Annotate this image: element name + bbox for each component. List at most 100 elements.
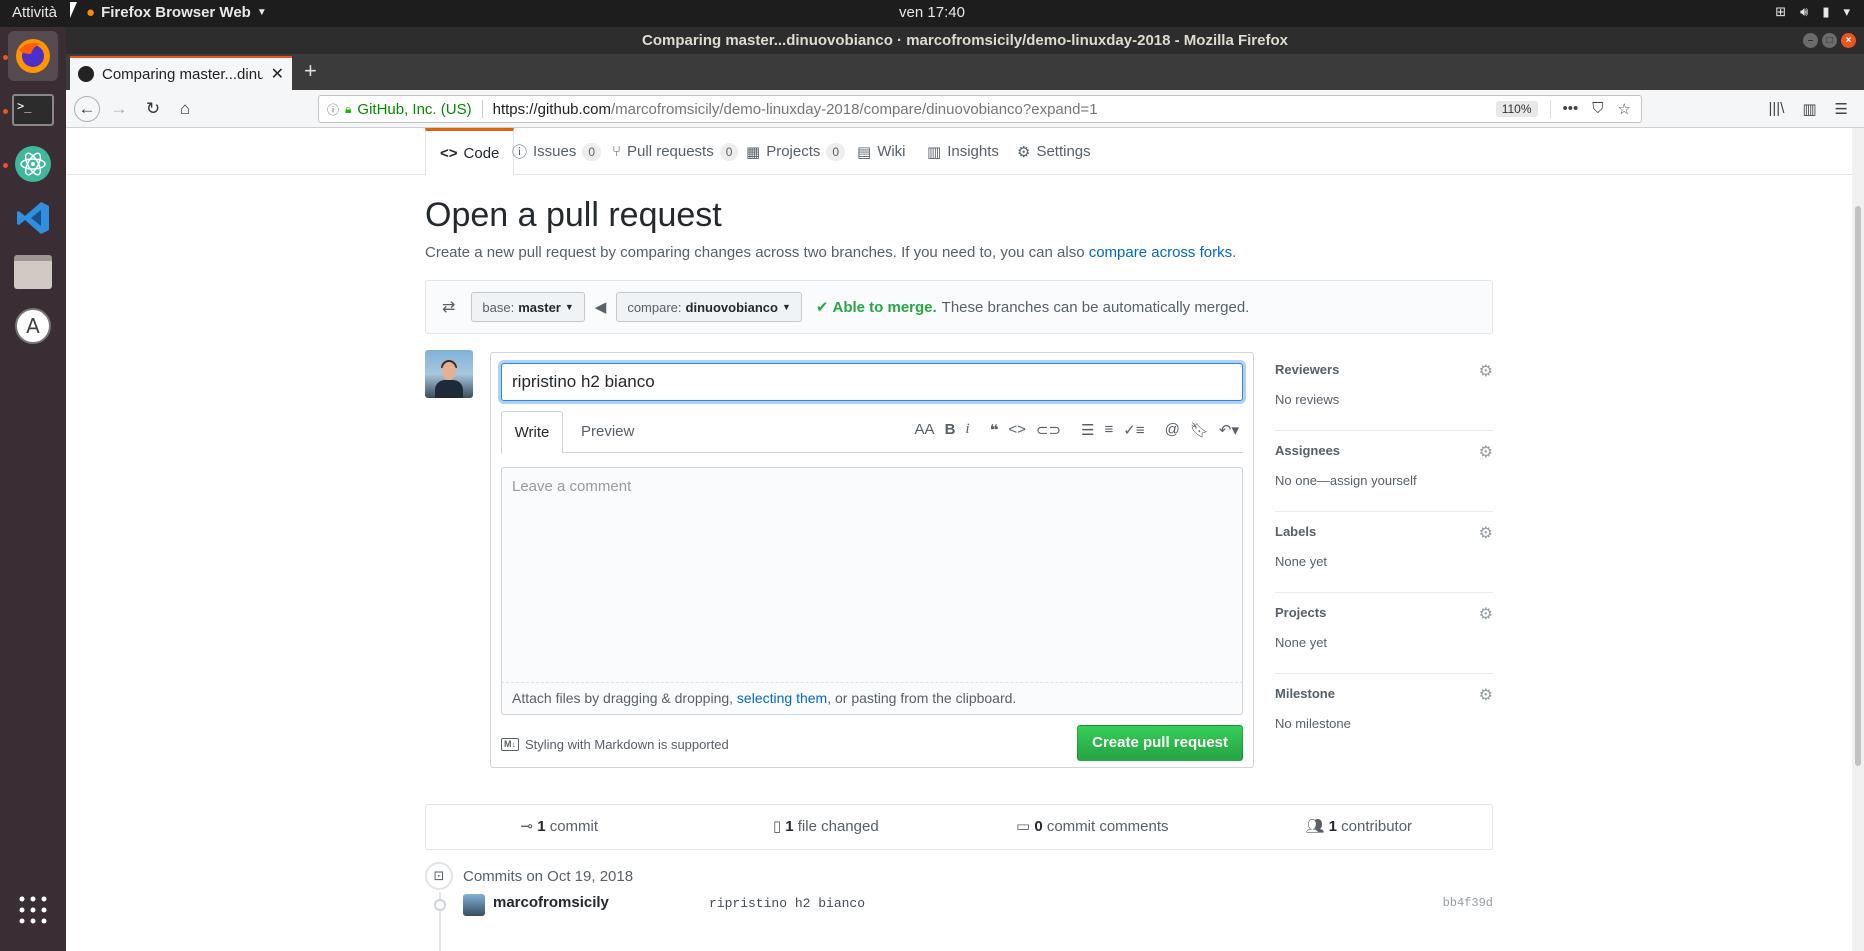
tab-pull-requests[interactable]: ⑂ Pull requests 0 bbox=[612, 128, 739, 175]
avatar[interactable] bbox=[425, 350, 473, 398]
create-pull-request-button[interactable]: Create pull request bbox=[1077, 725, 1243, 761]
hamburger-menu-icon[interactable]: ☰ bbox=[1835, 100, 1848, 118]
code-icon[interactable]: <> bbox=[1008, 421, 1026, 439]
tab-settings[interactable]: ⚙ Settings bbox=[1017, 128, 1091, 175]
power-menu-icon[interactable]: ▾ bbox=[1843, 4, 1850, 20]
bold-icon[interactable]: B bbox=[945, 421, 956, 439]
commit-author[interactable]: marcofromsicily bbox=[493, 894, 609, 911]
tab-issues[interactable]: ⓘ Issues 0 bbox=[512, 128, 602, 175]
url-text[interactable]: https://github.com/marcofromsicily/demo-… bbox=[493, 101, 1496, 118]
summary-files[interactable]: ▯ 1 file changed bbox=[693, 805, 960, 849]
zoom-indicator[interactable]: 110% bbox=[1495, 101, 1538, 117]
minimize-button[interactable]: – bbox=[1803, 33, 1818, 48]
pr-title-input[interactable]: ripristino h2 bianco bbox=[501, 363, 1243, 401]
app-menu[interactable]: ● Firefox Browser Web ▼ bbox=[86, 4, 267, 21]
page-scrollbar[interactable] bbox=[1852, 128, 1864, 951]
forward-button[interactable]: → bbox=[106, 96, 132, 122]
discussion-sidebar: Reviewers ⚙ No reviews Assignees ⚙ No on… bbox=[1275, 350, 1493, 755]
home-button[interactable]: ⌂ bbox=[172, 96, 198, 122]
bulleted-list-icon[interactable]: ☰ bbox=[1081, 421, 1094, 439]
tab-code[interactable]: <> Code bbox=[425, 128, 515, 176]
dock-firefox[interactable] bbox=[8, 31, 58, 81]
link-icon[interactable]: ⊂⊃ bbox=[1036, 421, 1061, 439]
window-controls: – □ × bbox=[1803, 33, 1856, 48]
url-bar[interactable]: ⓘ 🔒︎ GitHub, Inc. (US) https://github.co… bbox=[318, 95, 1642, 123]
summary-commits[interactable]: ⊸ 1 commit bbox=[426, 805, 693, 849]
close-tab-icon[interactable]: ✕ bbox=[271, 64, 284, 84]
dock-vscode[interactable] bbox=[8, 193, 58, 243]
site-identity[interactable]: GitHub, Inc. (US) bbox=[357, 101, 471, 118]
dock-atom[interactable] bbox=[8, 139, 58, 189]
gear-icon[interactable]: ⚙ bbox=[1479, 361, 1493, 381]
page-title: Open a pull request bbox=[425, 196, 722, 234]
tab-insights[interactable]: ▥ Insights bbox=[927, 128, 999, 175]
base-branch-select[interactable]: base: master ▼ bbox=[471, 292, 585, 322]
comment-icon: ▭ bbox=[1015, 818, 1035, 835]
pocket-icon[interactable]: ⛉ bbox=[1592, 100, 1603, 118]
tab-write[interactable]: Write bbox=[501, 411, 563, 454]
commit-sha[interactable]: bb4f39d bbox=[1443, 896, 1493, 910]
show-apps-button[interactable] bbox=[8, 885, 58, 935]
task-list-icon[interactable]: ✓≡ bbox=[1123, 421, 1144, 439]
assignees-value[interactable]: No one—assign yourself bbox=[1275, 473, 1417, 488]
compare-across-forks-link[interactable]: compare across forks bbox=[1089, 244, 1232, 261]
compare-branch-select[interactable]: compare: dinuovobianco ▼ bbox=[616, 292, 802, 322]
system-tray[interactable]: ⊞ 🔊︎ ▮ ▾ bbox=[1775, 4, 1850, 20]
maximize-button[interactable]: □ bbox=[1822, 33, 1837, 48]
gear-icon[interactable]: ⚙ bbox=[1479, 604, 1493, 624]
reload-button[interactable]: ↻ bbox=[140, 96, 166, 122]
new-tab-button[interactable]: + bbox=[304, 60, 317, 82]
reply-icon[interactable]: ↶▾ bbox=[1219, 421, 1239, 439]
battery-icon[interactable]: ▮ bbox=[1822, 4, 1829, 20]
scrollbar-thumb[interactable] bbox=[1855, 206, 1861, 766]
summary-comments[interactable]: ▭ 0 commit comments bbox=[959, 805, 1226, 849]
italic-icon[interactable]: i bbox=[965, 421, 969, 439]
markdown-note[interactable]: M↓ Styling with Markdown is supported bbox=[501, 737, 729, 752]
reference-icon[interactable]: 🔖︎ bbox=[1190, 421, 1209, 439]
gear-icon[interactable]: ⚙ bbox=[1479, 442, 1493, 462]
commit-author-avatar[interactable] bbox=[463, 894, 485, 916]
quote-icon[interactable]: ❝ bbox=[990, 421, 999, 439]
clock[interactable]: ven 17:40 bbox=[899, 4, 965, 21]
sidebar-icon[interactable]: ▥ bbox=[1802, 100, 1816, 118]
tab-projects[interactable]: ▦ Projects 0 bbox=[746, 128, 846, 175]
reviewers-heading[interactable]: Reviewers bbox=[1275, 362, 1339, 377]
dock-files[interactable] bbox=[8, 247, 58, 297]
select-files-link[interactable]: selecting them bbox=[737, 690, 827, 706]
tab-preview[interactable]: Preview bbox=[581, 411, 634, 453]
header-text-icon[interactable]: AA bbox=[915, 421, 935, 439]
dock-terminal[interactable]: >_ bbox=[8, 85, 58, 135]
assignees-heading[interactable]: Assignees bbox=[1275, 443, 1340, 458]
info-icon[interactable]: ⓘ bbox=[327, 101, 339, 118]
close-window-button[interactable]: × bbox=[1841, 33, 1856, 48]
gear-icon[interactable]: ⚙ bbox=[1479, 685, 1493, 705]
library-icon[interactable]: |||\ bbox=[1769, 100, 1785, 118]
summary-contributors[interactable]: 👥︎ 1 contributor bbox=[1226, 805, 1493, 849]
volume-icon[interactable]: 🔊︎ bbox=[1800, 4, 1808, 20]
comment-textarea[interactable]: Leave a comment bbox=[501, 467, 1243, 683]
attach-prefix: Attach files by dragging & dropping, bbox=[512, 690, 734, 706]
commits-count: 1 bbox=[537, 818, 546, 835]
mention-icon[interactable]: @ bbox=[1165, 421, 1180, 439]
numbered-list-icon[interactable]: ≡ bbox=[1105, 421, 1114, 439]
tab-pulls-label: Pull requests bbox=[627, 143, 714, 160]
milestone-heading[interactable]: Milestone bbox=[1275, 686, 1335, 701]
back-button[interactable]: ← bbox=[74, 96, 100, 122]
attach-files-zone[interactable]: Attach files by dragging & dropping, sel… bbox=[501, 683, 1243, 715]
dock-software[interactable]: A bbox=[8, 301, 58, 351]
network-icon[interactable]: ⊞ bbox=[1775, 4, 1786, 20]
gear-icon[interactable]: ⚙ bbox=[1479, 523, 1493, 543]
more-actions-icon[interactable]: ••• bbox=[1563, 100, 1579, 118]
labels-heading[interactable]: Labels bbox=[1275, 524, 1316, 539]
toolbar-group-lists: ☰ ≡ ✓≡ bbox=[1081, 421, 1145, 439]
browser-toolbar-right: |||\ ▥ ☰ bbox=[1769, 100, 1849, 118]
activities-button[interactable]: Attività bbox=[12, 4, 57, 21]
bookmark-star-icon[interactable]: ☆ bbox=[1618, 100, 1631, 118]
terminal-icon: >_ bbox=[12, 94, 54, 126]
commit-message[interactable]: ripristino h2 bianco bbox=[709, 896, 865, 911]
tab-wiki[interactable]: ▤ Wiki bbox=[857, 128, 906, 175]
vscode-icon bbox=[17, 202, 49, 234]
projects-heading[interactable]: Projects bbox=[1275, 605, 1326, 620]
browser-tab[interactable]: Comparing master...dinuovobianco ✕ bbox=[70, 56, 292, 90]
window-title-bar[interactable]: Comparing master...dinuovobianco · marco… bbox=[66, 27, 1864, 54]
